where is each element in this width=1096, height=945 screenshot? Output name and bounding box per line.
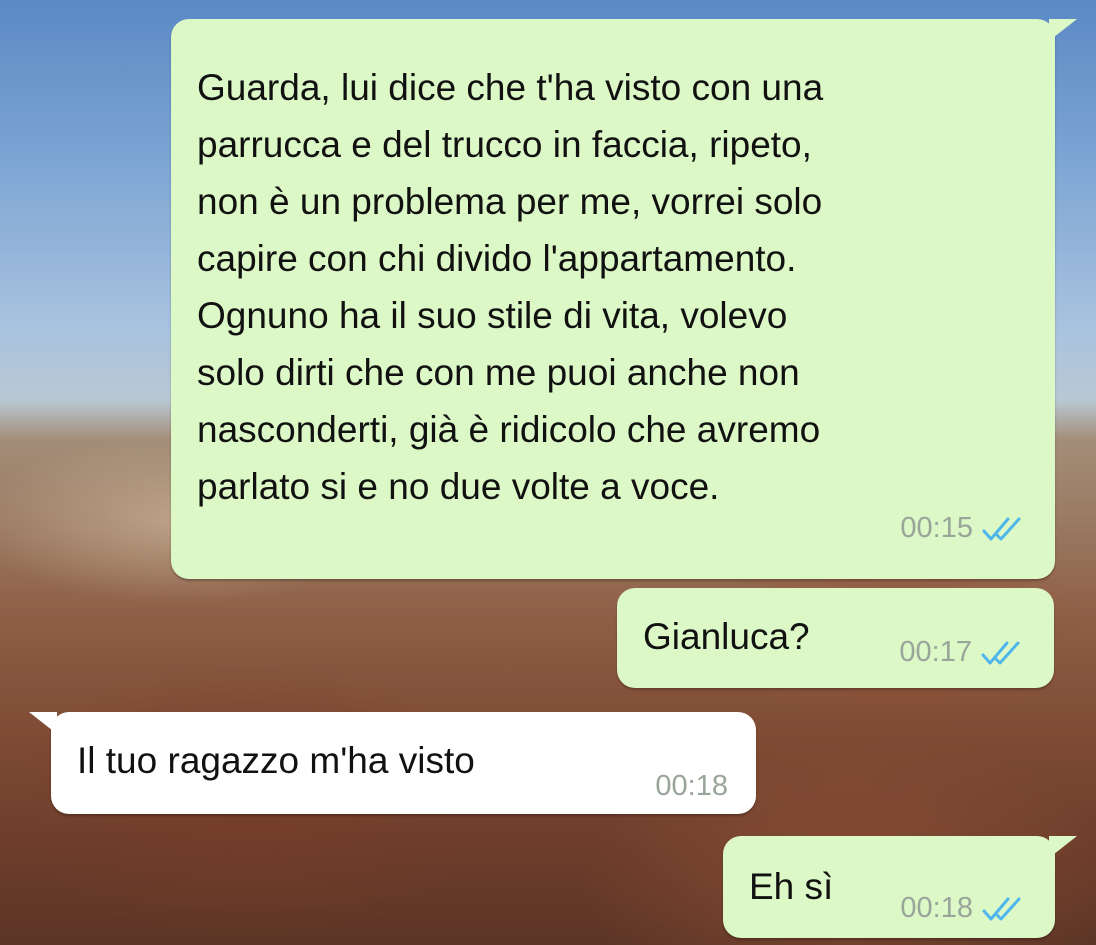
- read-double-check-icon: [982, 517, 1021, 540]
- read-double-check-icon: [981, 641, 1020, 664]
- message-bubble-outgoing[interactable]: Guarda, lui dice che t'ha visto con una …: [171, 19, 1077, 579]
- message-time: 00:17: [899, 636, 972, 668]
- message-time: 00:15: [900, 512, 973, 544]
- message-meta: 00:17: [899, 624, 1024, 681]
- bubble-tail: [1049, 836, 1077, 858]
- message-text: Il tuo ragazzo m'ha visto: [77, 740, 475, 781]
- read-double-check-icon: [982, 897, 1021, 920]
- message-time: 00:18: [655, 770, 728, 802]
- message-text: Gianluca?: [643, 616, 810, 657]
- message-meta: 00:18: [900, 880, 1025, 937]
- message-text: Guarda, lui dice che t'ha visto con una …: [197, 67, 824, 507]
- message-text: Eh sì: [749, 866, 834, 907]
- message-bubble-incoming[interactable]: Il tuo ragazzo m'ha visto 00:18: [29, 712, 756, 815]
- message-time: 00:18: [900, 892, 973, 924]
- message-bubble-outgoing[interactable]: Eh sì 00:18: [723, 836, 1077, 938]
- bubble-tail: [1049, 19, 1077, 41]
- bubble-tail: [29, 712, 57, 734]
- message-meta: 00:15: [900, 500, 1025, 557]
- message-meta: 00:18: [655, 758, 728, 815]
- message-bubble-outgoing[interactable]: Gianluca? 00:17: [617, 588, 1054, 688]
